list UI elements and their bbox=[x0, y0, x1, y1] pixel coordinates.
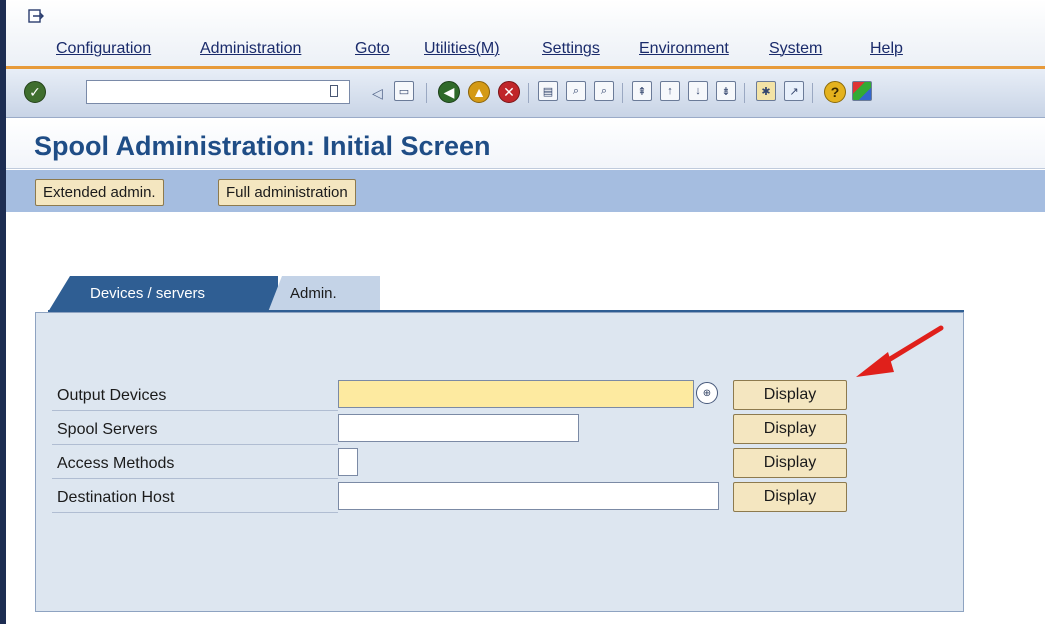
access-methods-field[interactable] bbox=[338, 448, 358, 476]
row-separator bbox=[52, 478, 338, 479]
exit-icon[interactable]: ▲ bbox=[468, 81, 490, 103]
separator bbox=[622, 83, 623, 103]
separator bbox=[812, 83, 813, 103]
menu-environment[interactable]: Environment bbox=[639, 40, 729, 58]
access-methods-input[interactable] bbox=[339, 449, 357, 475]
tab-devices-servers[interactable]: Devices / servers bbox=[48, 276, 278, 312]
output-devices-input[interactable] bbox=[339, 381, 693, 407]
tab-admin[interactable]: Admin. bbox=[268, 276, 380, 312]
menu-utilities[interactable]: Utilities(M) bbox=[424, 40, 500, 58]
system-menu-icon[interactable] bbox=[28, 9, 44, 23]
next-page-icon[interactable]: ↓ bbox=[688, 81, 708, 101]
extended-admin-button[interactable]: Extended admin. bbox=[35, 179, 164, 206]
spool-servers-input[interactable] bbox=[339, 415, 578, 441]
destination-host-field[interactable] bbox=[338, 482, 719, 510]
annotation-arrow-icon bbox=[856, 325, 944, 377]
last-page-icon[interactable]: ⇟ bbox=[716, 81, 736, 101]
display-destination-host-button[interactable]: Display bbox=[733, 482, 847, 512]
menu-bar: Configuration Administration Goto Utilit… bbox=[6, 0, 1045, 66]
customize-layout-icon[interactable] bbox=[852, 81, 872, 101]
first-page-icon[interactable]: ⇞ bbox=[632, 81, 652, 101]
enter-icon[interactable]: ✓ bbox=[24, 81, 46, 103]
display-output-devices-button[interactable]: Display bbox=[733, 380, 847, 410]
menu-configuration[interactable]: Configuration bbox=[56, 40, 151, 58]
row-separator bbox=[52, 512, 338, 513]
application-toolbar: Extended admin. Full administration bbox=[6, 170, 1045, 212]
row-separator bbox=[52, 444, 338, 445]
menu-settings[interactable]: Settings bbox=[542, 40, 600, 58]
menu-administration[interactable]: Administration bbox=[200, 40, 301, 58]
find-next-icon[interactable]: ⌕ bbox=[594, 81, 614, 101]
command-input[interactable] bbox=[90, 82, 324, 104]
row-separator bbox=[52, 410, 338, 411]
full-administration-button[interactable]: Full administration bbox=[218, 179, 356, 206]
separator bbox=[426, 83, 427, 103]
display-spool-servers-button[interactable]: Display bbox=[733, 414, 847, 444]
find-icon[interactable]: ⌕ bbox=[566, 81, 586, 101]
title-bar: Spool Administration: Initial Screen bbox=[6, 118, 1045, 169]
create-session-icon[interactable]: ✱ bbox=[756, 81, 776, 101]
previous-page-icon[interactable]: ↑ bbox=[660, 81, 680, 101]
menu-goto[interactable]: Goto bbox=[355, 40, 390, 58]
destination-host-input[interactable] bbox=[339, 483, 718, 509]
save-icon[interactable]: ▭ bbox=[394, 81, 414, 101]
cancel-icon[interactable]: ✕ bbox=[498, 81, 520, 103]
output-devices-field[interactable] bbox=[338, 380, 694, 408]
access-methods-label: Access Methods bbox=[57, 455, 175, 472]
destination-host-label: Destination Host bbox=[57, 489, 175, 506]
spool-servers-label: Spool Servers bbox=[57, 421, 158, 438]
standard-toolbar: ✓ ◁ ▭ ◀ ▲ ✕ ▤ ⌕ ⌕ ⇞ ↑ ↓ ⇟ ✱ ↗ ? bbox=[6, 69, 1045, 118]
back-icon[interactable]: ◀ bbox=[438, 81, 460, 103]
page-title: Spool Administration: Initial Screen bbox=[34, 131, 491, 161]
menu-system[interactable]: System bbox=[769, 40, 822, 58]
command-history-icon[interactable] bbox=[330, 85, 338, 97]
display-access-methods-button[interactable]: Display bbox=[733, 448, 847, 478]
spool-servers-field[interactable] bbox=[338, 414, 579, 442]
output-devices-label: Output Devices bbox=[57, 387, 167, 404]
separator bbox=[528, 83, 529, 103]
help-icon[interactable]: ? bbox=[824, 81, 846, 103]
print-icon[interactable]: ▤ bbox=[538, 81, 558, 101]
separator bbox=[744, 83, 745, 103]
command-field[interactable] bbox=[86, 80, 350, 104]
menu-help[interactable]: Help bbox=[870, 40, 903, 58]
shortcut-icon[interactable]: ↗ bbox=[784, 81, 804, 101]
value-help-icon[interactable]: ⊕ bbox=[696, 382, 718, 404]
back-arrow-icon[interactable]: ◁ bbox=[372, 85, 383, 102]
